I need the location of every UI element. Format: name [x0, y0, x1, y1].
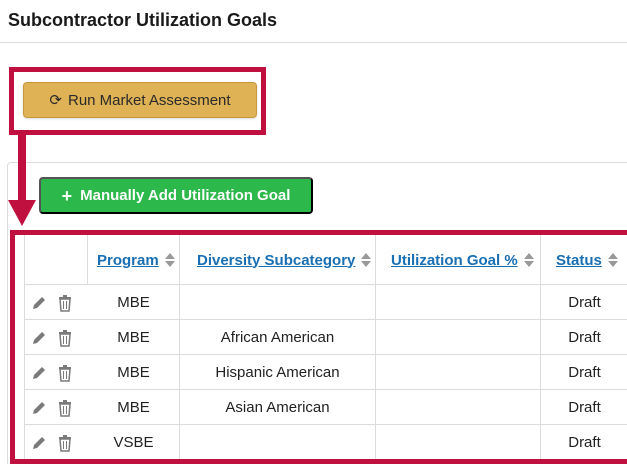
pencil-icon[interactable] [30, 399, 48, 417]
trash-icon[interactable] [56, 329, 74, 347]
cell-subcategory: African American [180, 320, 376, 355]
utilization-goals-table: Program Diversity Subcategory Utilizatio… [24, 235, 627, 464]
row-actions [25, 355, 88, 390]
plus-icon: + [61, 185, 73, 206]
table-row: MBE Asian American Draft [25, 390, 627, 425]
row-actions [25, 425, 88, 460]
table-row: MBE Hispanic American Draft [25, 355, 627, 390]
sort-status-link[interactable]: Status [556, 252, 602, 269]
sort-icon[interactable] [361, 253, 372, 267]
cell-status: Draft [568, 329, 601, 346]
table-header: Program Diversity Subcategory Utilizatio… [25, 235, 627, 285]
cell-status: Draft [568, 434, 601, 451]
trash-icon[interactable] [56, 294, 74, 312]
row-actions [25, 285, 88, 320]
pencil-icon[interactable] [30, 329, 48, 347]
table-row: MBE Draft [25, 285, 627, 320]
cell-program: MBE [88, 285, 180, 320]
table-row: VSBE Draft [25, 425, 627, 460]
manually-add-goal-label: Manually Add Utilization Goal [80, 187, 291, 204]
annotation-highlight-run-button [9, 67, 266, 135]
cell-goal [376, 355, 541, 390]
pencil-icon[interactable] [30, 294, 48, 312]
header-actions [25, 235, 88, 285]
cell-status: Draft [568, 294, 601, 311]
row-actions [25, 320, 88, 355]
sort-icon[interactable] [607, 253, 618, 267]
sort-goal-link[interactable]: Utilization Goal % [391, 252, 518, 269]
pencil-icon[interactable] [30, 434, 48, 452]
manually-add-goal-button[interactable]: + Manually Add Utilization Goal [39, 177, 313, 214]
sort-icon[interactable] [523, 253, 534, 267]
cell-subcategory [180, 285, 376, 320]
cell-program: MBE [88, 320, 180, 355]
row-actions [25, 390, 88, 425]
cell-subcategory [180, 425, 376, 460]
sort-subcategory-link[interactable]: Diversity Subcategory [197, 252, 355, 269]
table-row: MBE African American Draft [25, 320, 627, 355]
pencil-icon[interactable] [30, 364, 48, 382]
cell-program: MBE [88, 355, 180, 390]
annotation-arrow-down-icon [8, 134, 36, 226]
trash-icon[interactable] [56, 434, 74, 452]
sort-program-link[interactable]: Program [97, 252, 159, 269]
cell-goal [376, 320, 541, 355]
cell-goal [376, 425, 541, 460]
header-status[interactable]: Status [541, 235, 627, 285]
cell-status: Draft [568, 399, 601, 416]
cell-subcategory: Hispanic American [180, 355, 376, 390]
cell-goal [376, 285, 541, 320]
trash-icon[interactable] [56, 364, 74, 382]
cell-program: VSBE [88, 425, 180, 460]
title-divider [0, 42, 627, 43]
cell-subcategory: Asian American [180, 390, 376, 425]
cell-goal [376, 390, 541, 425]
cell-program: MBE [88, 390, 180, 425]
header-utilization-goal[interactable]: Utilization Goal % [376, 235, 541, 285]
trash-icon[interactable] [56, 399, 74, 417]
page-title: Subcontractor Utilization Goals [8, 10, 278, 30]
cell-status: Draft [568, 364, 601, 381]
sort-icon[interactable] [164, 253, 175, 267]
header-diversity-subcategory[interactable]: Diversity Subcategory [180, 235, 376, 285]
header-program[interactable]: Program [88, 235, 180, 285]
